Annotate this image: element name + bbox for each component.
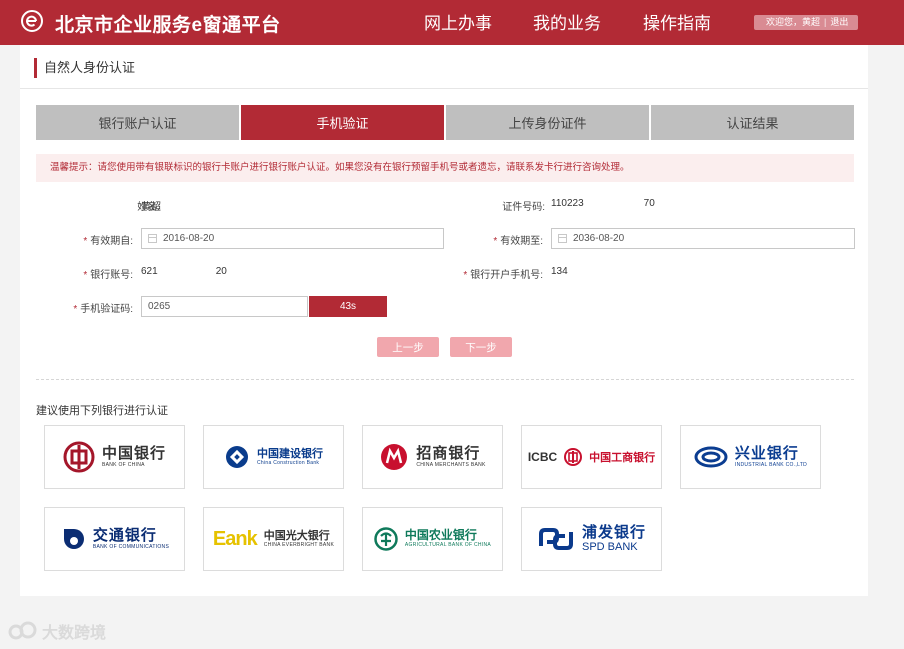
- valid-from-label: * 有效期自:: [83, 236, 133, 247]
- top-header: 北京市企业服务e窗通平台 网上办事 我的业务 操作指南 欢迎您，黄超 | 退出: [0, 0, 904, 45]
- boc-icon: [63, 441, 95, 473]
- bank-card-cib[interactable]: 兴业银行 INDUSTRIAL BANK CO.,LTD: [680, 425, 821, 489]
- bank-name-cn: 中国银行: [101, 444, 166, 462]
- bank-name-en: SPD BANK: [581, 541, 638, 553]
- bank-card-boc[interactable]: 中国银行 BANK OF CHINA: [44, 425, 185, 489]
- bank-name-en: China Construction Bank: [257, 460, 320, 466]
- bank-account-label: * 银行账号:: [83, 270, 133, 281]
- bank-card-ccb[interactable]: 中国建设银行 China Construction Bank: [203, 425, 344, 489]
- divider: |: [824, 17, 827, 27]
- tab-phone-verify[interactable]: 手机验证: [241, 105, 444, 140]
- valid-from-value: 2016-08-20: [163, 233, 215, 244]
- tab-auth-result[interactable]: 认证结果: [651, 105, 854, 140]
- cmb-icon: [381, 444, 408, 470]
- watermark-text: 大数跨境: [42, 625, 107, 642]
- site-title[interactable]: 北京市企业服务e窗通平台: [55, 10, 281, 37]
- countdown-button[interactable]: 43s: [309, 296, 387, 317]
- tip-notice: 温馨提示：请您使用带有银联标识的银行卡账户进行银行账户认证。如果您没有在银行预留…: [36, 154, 854, 182]
- bank-name-cn: 兴业银行: [734, 444, 799, 462]
- divider: [20, 88, 868, 89]
- bank-name-cn: 交通银行: [92, 526, 157, 544]
- ccb-icon: [226, 446, 248, 468]
- calendar-icon: [148, 234, 157, 243]
- prev-step-button[interactable]: 上一步: [377, 337, 439, 357]
- icbc-icon: [564, 448, 583, 466]
- bank-card-cmb[interactable]: 招商银行 CHINA MERCHANTS BANK: [362, 425, 503, 489]
- divider: [36, 379, 854, 380]
- page-title: 自然人身份认证: [34, 58, 135, 78]
- watermark: 大数跨境: [8, 619, 106, 643]
- bank-name-cn: 中国农业银行: [404, 528, 477, 542]
- logout-link[interactable]: 退出: [830, 15, 848, 30]
- tab-bank-account-auth[interactable]: 银行账户认证: [36, 105, 239, 140]
- bank-name-cn: 中国工商银行: [589, 450, 656, 464]
- bank-name-cn: 中国建设银行: [257, 447, 323, 460]
- valid-from-field[interactable]: 2016-08-20: [141, 228, 444, 249]
- bank-name-cn: 招商银行: [416, 444, 481, 462]
- user-box: 欢迎您，黄超 | 退出: [754, 15, 858, 30]
- bank-name-en: BANK OF CHINA: [101, 462, 145, 468]
- valid-to-label: * 有效期至:: [493, 236, 543, 247]
- bank-phone-label: * 银行开户手机号:: [463, 270, 543, 281]
- bocom-icon: [63, 529, 84, 549]
- bank-name-en: AGRICULTURAL BANK OF CHINA: [404, 542, 492, 548]
- bank-name-cn: 浦发银行: [581, 523, 646, 541]
- calendar-icon: [558, 234, 567, 243]
- bank-name-en: CHINA EVERBRIGHT BANK: [263, 542, 335, 548]
- e-logo-icon[interactable]: [20, 9, 44, 33]
- bank-list-heading: 建议使用下列银行进行认证: [36, 405, 168, 417]
- bank-name-cn: 中国光大银行: [263, 529, 330, 542]
- bank-name-en: BANK OF COMMUNICATIONS: [92, 544, 170, 550]
- bank-card-abc[interactable]: 中国农业银行 AGRICULTURAL BANK OF CHINA: [362, 507, 503, 571]
- icbc-text-logo: ICBC: [527, 450, 558, 464]
- bank-card-bocom[interactable]: 交通银行 BANK OF COMMUNICATIONS: [44, 507, 185, 571]
- sms-code-label: * 手机验证码:: [73, 304, 133, 315]
- ceb-icon: Eank: [212, 527, 258, 550]
- cib-icon: [694, 446, 728, 468]
- id-number-value: 110223·70: [551, 198, 655, 209]
- nav-my-business[interactable]: 我的业务: [533, 9, 601, 34]
- bank-name-en: CHINA MERCHANTS BANK: [416, 462, 486, 468]
- bank-card-ceb[interactable]: Eank 中国光大银行 CHINA EVERBRIGHT BANK: [203, 507, 344, 571]
- id-number-label: 证件号码:: [502, 202, 545, 213]
- nav-online-services[interactable]: 网上办事: [424, 9, 492, 34]
- nav-operation-guide[interactable]: 操作指南: [643, 9, 711, 34]
- sms-code-input[interactable]: 0265: [141, 296, 308, 317]
- next-step-button[interactable]: 下一步: [450, 337, 512, 357]
- watermark-logo-icon: [8, 621, 37, 640]
- abc-icon: [374, 527, 398, 551]
- valid-to-field[interactable]: 2036-08-20: [551, 228, 855, 249]
- valid-to-value: 2036-08-20: [573, 233, 625, 244]
- spd-icon: [538, 528, 573, 550]
- bank-name-en: INDUSTRIAL BANK CO.,LTD: [734, 462, 808, 468]
- bank-card-icbc[interactable]: ICBC 中国工商银行: [521, 425, 662, 489]
- sms-code-value: 0265: [148, 301, 171, 312]
- bank-card-spd[interactable]: 浦发银行 SPD BANK: [521, 507, 662, 571]
- bank-phone-value: 134: [551, 266, 568, 277]
- bank-account-value: 621·20: [141, 266, 227, 277]
- name-value: 黄超: [141, 202, 161, 213]
- welcome-text: 欢迎您，黄超: [766, 17, 821, 27]
- tab-upload-id[interactable]: 上传身份证件: [446, 105, 649, 140]
- main-panel: 自然人身份认证 银行账户认证 手机验证 上传身份证件 认证结果 温馨提示：请您使…: [20, 45, 868, 596]
